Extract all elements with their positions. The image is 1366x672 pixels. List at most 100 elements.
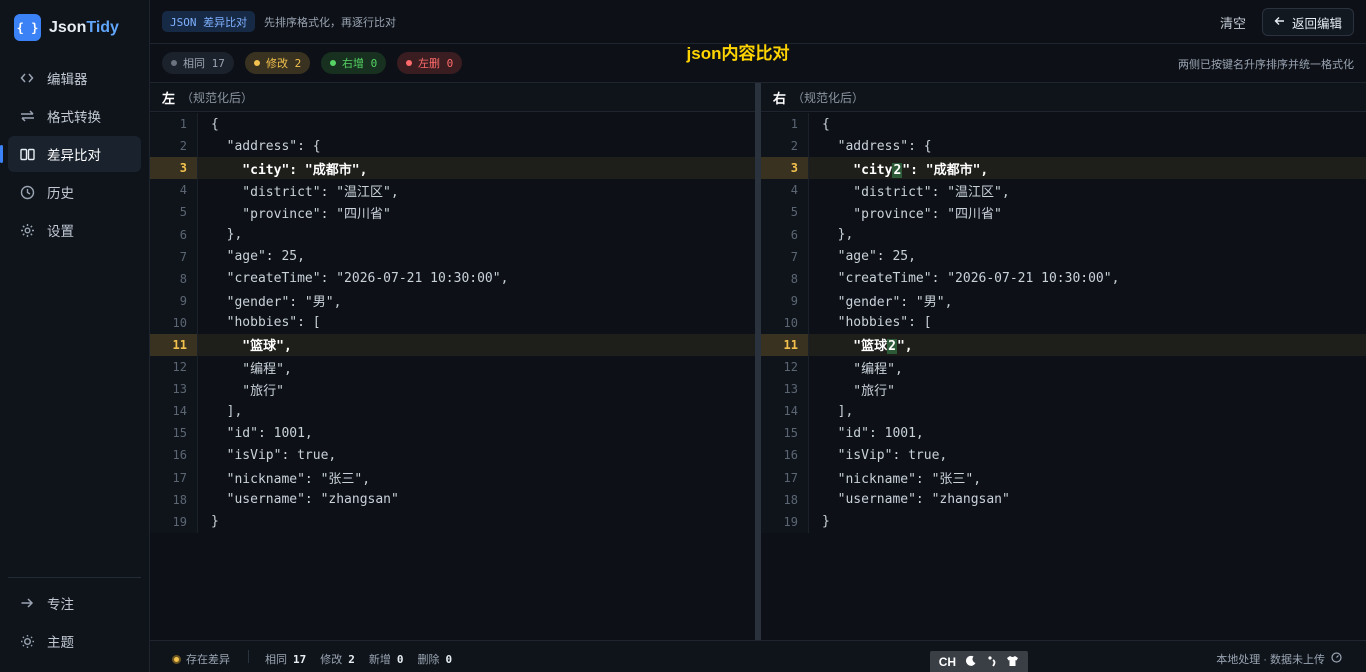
line-number: 10 (761, 311, 809, 334)
right-pane-header: 右 （规范化后） (761, 83, 1366, 112)
sidebar-item-settings[interactable]: 设置 (8, 212, 141, 248)
mode-badge: JSON 差异比对 (162, 11, 256, 32)
code-line: 3 "city2": "成都市", (761, 157, 1366, 180)
punctuation-icon[interactable] (987, 655, 997, 670)
line-text: { (211, 116, 219, 132)
line-number: 12 (150, 356, 198, 379)
code-line: 16 "isVip": true, (150, 444, 755, 467)
line-number: 3 (761, 157, 809, 180)
code-line: 11 "篮球2", (761, 333, 1366, 357)
arrow-right-icon (19, 595, 35, 611)
line-number: 8 (761, 267, 809, 290)
sidebar-item-focus[interactable]: 专注 (8, 585, 141, 621)
line-text: "编程", (822, 361, 903, 377)
sidebar-item-convert[interactable]: 格式转换 (8, 98, 141, 134)
sidebar-bottom: 专注 主题 (8, 585, 141, 661)
line-number: 6 (150, 223, 198, 246)
code-line: 7 "age": 25, (761, 245, 1366, 268)
code-line: 6 }, (150, 223, 755, 246)
line-text: "province": "四川省" (822, 206, 1002, 222)
line-text: "isVip": true, (822, 447, 948, 463)
privacy-note: 本地处理 · 数据未上传 (1216, 651, 1342, 667)
right-pane-subtitle: （规范化后） (792, 90, 865, 105)
shield-check-icon (1331, 652, 1342, 666)
code-line: 14 ], (150, 400, 755, 423)
line-number: 17 (150, 466, 198, 489)
line-text: } (211, 514, 219, 530)
ime-toolbar[interactable]: CH (930, 651, 1028, 672)
line-text: "city": "成都市", (211, 162, 368, 178)
line-text: "username": "zhangsan" (211, 492, 399, 508)
line-number: 19 (150, 510, 198, 533)
sidebar-item-label: 编辑器 (47, 72, 88, 87)
line-number: 12 (761, 356, 809, 379)
code-line: 4 "district": "温江区", (761, 179, 1366, 202)
left-code-view[interactable]: 1{2 "address": {3 "city": "成都市", 4 "distr… (150, 113, 755, 533)
app-name: JsonTidy (49, 19, 119, 37)
diff-highlight: 2 (887, 339, 897, 355)
footer-same-value: 17 (293, 653, 307, 666)
right-code-view[interactable]: 1{2 "address": {3 "city2": "成都市", 4 "dist… (761, 113, 1366, 533)
line-text: "gender": "男", (822, 295, 953, 311)
footer-same: 相同 17 (265, 651, 306, 667)
sidebar-item-theme[interactable]: 主题 (8, 623, 141, 659)
status-dot-icon (172, 654, 181, 664)
code-line: 4 "district": "温江区", (150, 179, 755, 202)
status-bar: 存在差异 相同 17 修改 2 新增 0 删除 0 CH 本地处理 · 数据未上传 (150, 640, 1366, 672)
top-bar: JSON 差异比对 先排序格式化，再逐行比对 清空 返回编辑 (150, 0, 1366, 44)
sidebar-item-label: 设置 (47, 224, 74, 239)
code-line: 2 "address": { (150, 135, 755, 158)
clear-button[interactable]: 清空 (1220, 13, 1246, 32)
left-pane-side: 左 (162, 90, 176, 106)
line-text: "旅行" (211, 383, 284, 399)
line-number: 9 (761, 289, 809, 312)
logo-icon: { } (14, 14, 41, 41)
back-to-editor-button[interactable]: 返回编辑 (1262, 8, 1355, 36)
clock-icon (19, 184, 35, 200)
line-number: 17 (761, 466, 809, 489)
code-line: 9 "gender": "男", (150, 289, 755, 312)
footer-divider (248, 650, 249, 663)
shirt-icon[interactable] (1006, 655, 1019, 670)
code-line: 14 ], (761, 400, 1366, 423)
status-label: 存在差异 (186, 654, 230, 666)
back-button-label: 返回编辑 (1292, 16, 1343, 31)
line-number: 15 (150, 422, 198, 445)
line-text: "createTime": "2026-07-21 10:30:00", (211, 271, 509, 287)
line-number: 13 (150, 378, 198, 401)
mode-hint: 先排序格式化，再逐行比对 (264, 17, 396, 29)
line-number: 11 (150, 333, 198, 357)
line-number: 2 (761, 135, 809, 158)
code-line: 10 "hobbies": [ (761, 311, 1366, 334)
code-line: 18 "username": "zhangsan" (150, 488, 755, 511)
line-number: 1 (761, 113, 809, 136)
line-text: "gender": "男", (211, 295, 342, 311)
code-line: 2 "address": { (761, 135, 1366, 158)
logo[interactable]: { } JsonTidy (14, 14, 119, 41)
line-text: }, (822, 227, 854, 243)
code-line: 5 "province": "四川省" (761, 201, 1366, 224)
line-number: 16 (150, 444, 198, 467)
left-pane-header: 左 （规范化后） (150, 83, 755, 112)
line-number: 14 (150, 400, 198, 423)
line-text: "address": { (211, 138, 321, 154)
moon-icon[interactable] (965, 655, 977, 670)
line-number: 1 (150, 113, 198, 136)
ime-language-label[interactable]: CH (939, 655, 956, 669)
sidebar-item-diff[interactable]: 差异比对 (0, 136, 141, 172)
sidebar-item-history[interactable]: 历史 (8, 174, 141, 210)
code-line: 10 "hobbies": [ (150, 311, 755, 334)
code-line: 15 "id": 1001, (150, 422, 755, 445)
footer-same-label: 相同 (265, 654, 287, 666)
footer-add-value: 0 (396, 653, 404, 666)
sidebar-item-editor[interactable]: 编辑器 (8, 60, 141, 96)
code-line: 8 "createTime": "2026-07-21 10:30:00", (150, 267, 755, 290)
right-pane: 右 （规范化后） 1{2 "address": {3 "city2": "成都市… (761, 83, 1366, 640)
line-text: "age": 25, (211, 249, 305, 265)
line-number: 9 (150, 289, 198, 312)
line-number: 4 (761, 179, 809, 202)
line-number: 5 (150, 201, 198, 224)
line-text: "address": { (822, 138, 932, 154)
code-line: 19} (761, 510, 1366, 533)
line-text: "age": 25, (822, 249, 916, 265)
